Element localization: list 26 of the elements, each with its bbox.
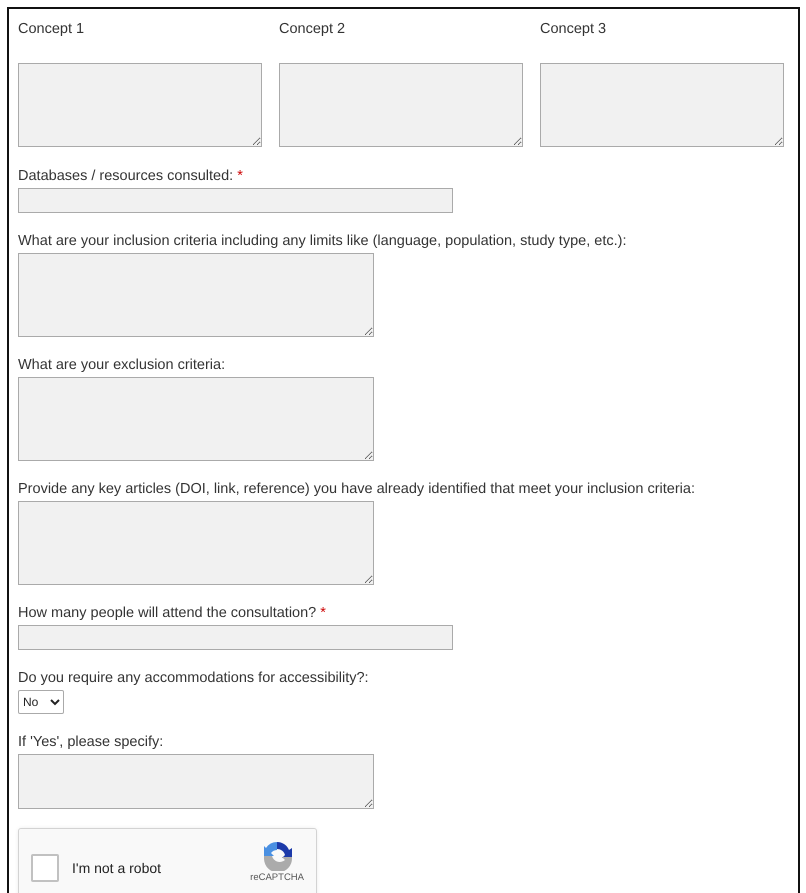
captcha-brand: reCAPTCHA <box>250 872 304 883</box>
field-label: What are your exclusion criteria: <box>18 356 226 374</box>
field-label: Concept 1 <box>18 20 86 39</box>
text-area-field[interactable] <box>18 501 374 585</box>
field-label: How many people will attend the consultation? <box>18 604 316 622</box>
captcha-logo-icon <box>261 839 294 871</box>
text-field[interactable] <box>18 188 453 213</box>
field-label: What are your inclusion criteria including any limits like (language, population, study type, etc.): <box>18 232 626 250</box>
field-label: Databases / resources consulted: <box>18 167 234 185</box>
field-label: Provide any key articles (DOI, link, reference) you have already identified that meet your inclusion criteria: <box>18 480 695 498</box>
field-label: Concept 3 <box>540 20 608 39</box>
text-area-field[interactable] <box>18 754 374 809</box>
field-label: If 'Yes', please specify: <box>18 733 164 751</box>
text-area-field[interactable] <box>18 253 374 337</box>
field-label: Do you require any accommodations for accessibility?: <box>18 669 369 687</box>
text-area-field[interactable] <box>18 377 374 461</box>
text-area-field[interactable] <box>540 63 784 147</box>
checkbox-label: I'm not a robot <box>72 860 162 876</box>
text-area-field[interactable] <box>279 63 523 147</box>
field-label: Concept 2 <box>279 20 346 39</box>
text-area-field[interactable] <box>18 63 262 147</box>
required-asterisk: * <box>320 604 326 622</box>
required-asterisk: * <box>237 167 243 185</box>
text-field[interactable] <box>18 625 453 650</box>
checkbox[interactable] <box>31 854 59 882</box>
dropdown[interactable]: No <box>18 690 64 714</box>
